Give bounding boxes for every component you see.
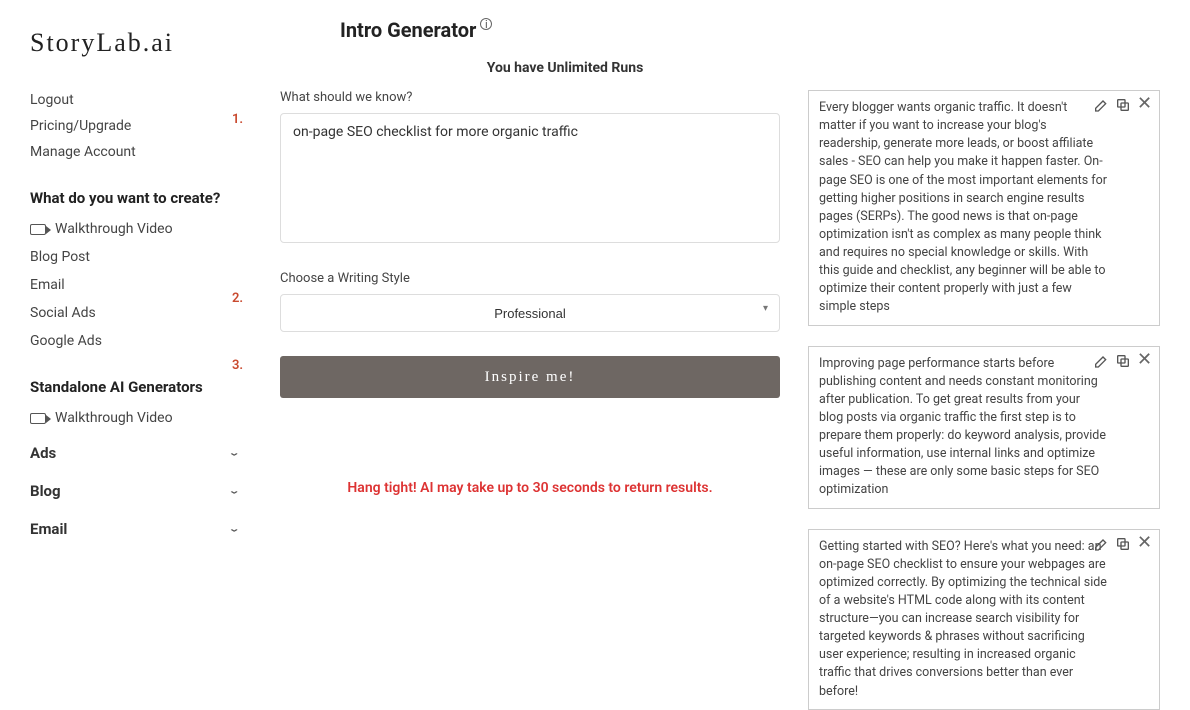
result-text: Getting started with SEO? Here's what yo… xyxy=(819,539,1107,699)
sidebar-collapsible-blog[interactable]: Blog ⌄ xyxy=(30,476,240,506)
sidebar-item-google-ads[interactable]: Google Ads xyxy=(30,333,240,349)
brand-logo[interactable]: StoryLab.ai xyxy=(30,28,240,58)
sidebar-collapsible-email[interactable]: Email ⌄ xyxy=(30,514,240,544)
chevron-down-icon: ⌄ xyxy=(228,486,240,496)
input-label-prompt: What should we know? xyxy=(280,90,780,105)
sidebar-link-logout[interactable]: Logout xyxy=(30,92,240,108)
inspire-button[interactable]: Inspire me! xyxy=(280,356,780,398)
results-column: Every blogger wants organic traffic. It … xyxy=(808,90,1160,710)
video-icon xyxy=(30,224,46,235)
sidebar-item-label: Email xyxy=(30,277,65,293)
status-text: Hang tight! AI may take up to 30 seconds… xyxy=(280,478,780,499)
step-2: 2. Choose a Writing Style Professional xyxy=(280,271,780,332)
close-icon[interactable]: ✕ xyxy=(1137,97,1153,113)
result-text: Every blogger wants organic traffic. It … xyxy=(819,100,1107,314)
result-card: Improving page performance starts before… xyxy=(808,346,1160,509)
select-label-style: Choose a Writing Style xyxy=(280,271,780,286)
sidebar-heading-standalone: Standalone AI Generators xyxy=(30,377,240,398)
copy-icon[interactable] xyxy=(1115,97,1131,113)
sidebar-item-label: Walkthrough Video xyxy=(55,221,173,237)
sidebar-item-social-ads[interactable]: Social Ads xyxy=(30,305,240,321)
step-number: 2. xyxy=(232,291,243,306)
chevron-down-icon: ⌄ xyxy=(228,448,240,458)
sidebar-item-label: Social Ads xyxy=(30,305,96,321)
sidebar-collapsible-label: Email xyxy=(30,520,67,538)
runs-text: You have Unlimited Runs xyxy=(340,60,790,76)
video-icon xyxy=(30,413,46,424)
close-icon[interactable]: ✕ xyxy=(1137,353,1153,369)
sidebar-link-manage-account[interactable]: Manage Account xyxy=(30,144,240,160)
step-number: 1. xyxy=(232,112,243,127)
sidebar-item-email[interactable]: Email xyxy=(30,277,240,293)
result-card: Every blogger wants organic traffic. It … xyxy=(808,90,1160,326)
close-icon[interactable]: ✕ xyxy=(1137,536,1153,552)
copy-icon[interactable] xyxy=(1115,536,1131,552)
result-text: Improving page performance starts before… xyxy=(819,356,1106,498)
sidebar-item-label: Blog Post xyxy=(30,249,90,265)
prompt-input[interactable] xyxy=(280,113,780,243)
sidebar-collapsible-ads[interactable]: Ads ⌄ xyxy=(30,438,240,468)
sidebar-item-blog-post[interactable]: Blog Post xyxy=(30,249,240,265)
chevron-down-icon: ⌄ xyxy=(228,524,240,534)
sidebar: StoryLab.ai Logout Pricing/Upgrade Manag… xyxy=(0,0,260,576)
sidebar-item-label: Google Ads xyxy=(30,333,102,349)
edit-icon[interactable] xyxy=(1093,97,1109,113)
edit-icon[interactable] xyxy=(1093,536,1109,552)
writing-style-select[interactable]: Professional xyxy=(280,294,780,332)
sidebar-item-label: Walkthrough Video xyxy=(55,410,173,426)
form-column: 1. What should we know? 2. Choose a Writ… xyxy=(280,90,780,710)
sidebar-collapsible-label: Ads xyxy=(30,444,56,462)
info-icon[interactable]: i xyxy=(480,18,492,30)
copy-icon[interactable] xyxy=(1115,353,1131,369)
sidebar-link-pricing[interactable]: Pricing/Upgrade xyxy=(30,118,240,134)
edit-icon[interactable] xyxy=(1093,353,1109,369)
sidebar-collapsible-label: Blog xyxy=(30,482,61,500)
step-number: 3. xyxy=(232,358,243,373)
sidebar-item-standalone-walkthrough[interactable]: Walkthrough Video xyxy=(30,410,240,426)
main-content: Intro Generator i You have Unlimited Run… xyxy=(260,0,1190,576)
step-1: 1. What should we know? xyxy=(280,90,780,247)
page-title: Intro Generator xyxy=(340,18,476,42)
result-card: Getting started with SEO? Here's what yo… xyxy=(808,529,1160,710)
sidebar-heading-create: What do you want to create? xyxy=(30,188,240,209)
step-3: 3. Inspire me! xyxy=(280,356,780,398)
sidebar-item-walkthrough-video[interactable]: Walkthrough Video xyxy=(30,221,240,237)
